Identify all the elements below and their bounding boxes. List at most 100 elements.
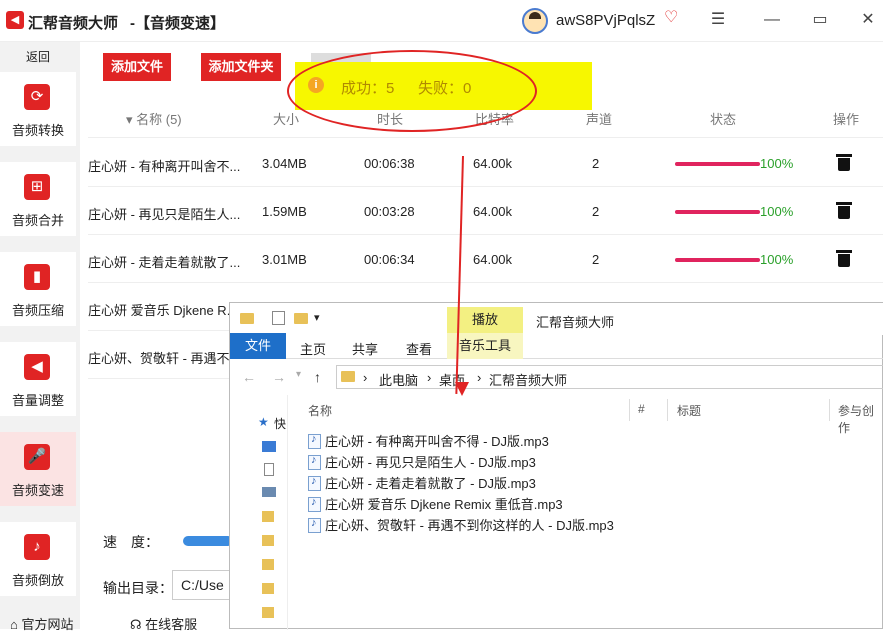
- file-list-name: 庄心妍 - 走着走着就散了 - DJ版.mp3: [325, 476, 536, 491]
- column-header-title[interactable]: 标题: [677, 402, 701, 419]
- file-bitrate: 64.00k: [473, 156, 513, 171]
- file-list-item[interactable]: 庄心妍 爱音乐 Djkene Remix 重低音.mp3: [308, 494, 563, 514]
- up-arrow-icon[interactable]: ↑: [314, 369, 321, 385]
- address-input[interactable]: › 此电脑 › 桌面 › 汇帮音频大师: [336, 365, 883, 389]
- output-dir-input[interactable]: C:/Use: [172, 570, 232, 600]
- file-name: 庄心妍 爱音乐 Djkene R...: [88, 303, 238, 318]
- close-button[interactable]: ✕: [856, 8, 880, 32]
- quick-access-star-icon[interactable]: ★: [258, 415, 269, 429]
- new-folder-icon[interactable]: [294, 313, 308, 324]
- minimize-button[interactable]: —: [760, 8, 784, 32]
- official-site-link[interactable]: ⌂ 官方网站: [10, 614, 74, 633]
- folder-icon[interactable]: [262, 511, 274, 522]
- file-explorer-window: ▾ 播放 汇帮音频大师 文件 主页 共享 查看 音乐工具 ← → ▾ ↑ › 此…: [229, 302, 883, 630]
- breadcrumb-folder[interactable]: 汇帮音频大师: [489, 370, 567, 389]
- file-list-item[interactable]: 庄心妍、贺敬轩 - 再遇不到你这样的人 - DJ版.mp3: [308, 515, 614, 535]
- audio-file-icon: [308, 496, 321, 512]
- document-icon[interactable]: [264, 463, 274, 476]
- progress-bar: [675, 258, 760, 262]
- back-button[interactable]: 返回: [0, 46, 76, 68]
- maximize-button[interactable]: ▭: [808, 8, 832, 32]
- file-list-item[interactable]: 庄心妍 - 有种离开叫舍不得 - DJ版.mp3: [308, 431, 549, 451]
- column-divider[interactable]: [829, 399, 830, 421]
- title-bar: ◀ 汇帮音频大师 -【音频变速】 awS8PVjPqlsZ ♡ ☰ — ▭ ✕: [0, 0, 883, 42]
- folder-icon[interactable]: [262, 559, 274, 570]
- app-title: 汇帮音频大师: [28, 15, 119, 32]
- vip-diamond-icon[interactable]: ♡: [664, 10, 680, 26]
- column-header-name[interactable]: 名称: [308, 402, 332, 419]
- delete-icon[interactable]: [836, 200, 852, 220]
- tab-file[interactable]: 文件: [230, 333, 286, 359]
- home-icon: ⌂: [10, 617, 18, 632]
- column-header-number[interactable]: #: [638, 402, 645, 416]
- microphone-icon: 🎤: [24, 444, 50, 470]
- column-header-artist[interactable]: 参与创作: [838, 402, 882, 436]
- output-dir-label: 输出目录：: [103, 580, 173, 596]
- convert-icon: ⟳: [24, 84, 50, 110]
- delete-icon[interactable]: [836, 152, 852, 172]
- column-name[interactable]: ▾ 名称 (5): [126, 109, 182, 128]
- desktop-icon[interactable]: [262, 441, 276, 452]
- pictures-icon[interactable]: [262, 487, 276, 497]
- audio-file-icon: [308, 517, 321, 533]
- sidebar: 返回 ⟳ 音频转换 ⊞ 音频合并 ▮ 音频压缩 ◀ 音量调整 🎤 音频变速 ♪ …: [0, 42, 80, 629]
- add-folder-button[interactable]: 添加文件夹: [201, 53, 281, 81]
- file-size: 1.59MB: [262, 204, 307, 219]
- file-bitrate: 64.00k: [473, 252, 513, 267]
- file-name: 庄心妍 - 走着走着就散了...: [88, 255, 241, 270]
- column-channels: 声道: [586, 112, 613, 127]
- speed-label: 速 度：: [103, 534, 159, 550]
- status-percent: 100%: [760, 252, 794, 267]
- user-avatar[interactable]: [522, 8, 548, 34]
- file-duration: 00:06:38: [364, 156, 415, 171]
- table-row[interactable]: 庄心妍 - 走着走着就散了... 3.01MB 00:06:34 64.00k …: [88, 235, 883, 283]
- quick-access-label[interactable]: 快: [274, 415, 286, 432]
- file-size: 3.04MB: [262, 156, 307, 171]
- sidebar-item-label: 音频合并: [11, 213, 64, 228]
- app-logo-icon: ◀: [6, 11, 24, 29]
- properties-icon[interactable]: [272, 311, 285, 325]
- file-list-item[interactable]: 庄心妍 - 再见只是陌生人 - DJ版.mp3: [308, 452, 536, 472]
- folder-icon[interactable]: [262, 607, 274, 618]
- column-divider[interactable]: [629, 399, 630, 421]
- quick-access-toolbar: ▾ 播放 汇帮音频大师: [230, 303, 883, 335]
- file-list-item[interactable]: 庄心妍 - 走着走着就散了 - DJ版.mp3: [308, 473, 536, 493]
- menu-icon[interactable]: ☰: [706, 8, 730, 32]
- sidebar-item-audio-convert[interactable]: ⟳ 音频转换: [0, 72, 76, 146]
- table-row[interactable]: 庄心妍 - 有种离开叫舍不... 3.04MB 00:06:38 64.00k …: [88, 139, 883, 187]
- add-file-button[interactable]: 添加文件: [103, 53, 171, 81]
- sidebar-item-label: 音频倒放: [11, 573, 64, 588]
- file-list-name: 庄心妍 - 再见只是陌生人 - DJ版.mp3: [325, 455, 536, 470]
- sidebar-item-volume-adjust[interactable]: ◀ 音量调整: [0, 342, 76, 416]
- forward-arrow-icon[interactable]: →: [272, 369, 286, 385]
- sidebar-item-audio-merge[interactable]: ⊞ 音频合并: [0, 162, 76, 236]
- explorer-title: 汇帮音频大师: [536, 315, 615, 330]
- back-arrow-icon[interactable]: ←: [242, 369, 256, 385]
- sidebar-item-audio-reverse[interactable]: ♪ 音频倒放: [0, 522, 76, 596]
- folder-icon[interactable]: [262, 535, 274, 546]
- delete-icon[interactable]: [836, 248, 852, 268]
- ribbon-tabs: 文件 主页 共享 查看: [230, 333, 883, 359]
- sidebar-item-audio-compress[interactable]: ▮ 音频压缩: [0, 252, 76, 326]
- folder-icon[interactable]: [262, 583, 274, 594]
- column-action: 操作: [833, 112, 860, 127]
- file-list-name: 庄心妍 - 有种离开叫舍不得 - DJ版.mp3: [325, 434, 549, 449]
- tab-home[interactable]: 主页: [300, 339, 326, 358]
- column-divider[interactable]: [667, 399, 668, 421]
- audio-file-icon: [308, 475, 321, 491]
- online-service-link[interactable]: ☊ 在线客服: [130, 614, 197, 633]
- table-row[interactable]: 庄心妍 - 再见只是陌生人... 1.59MB 00:03:28 64.00k …: [88, 187, 883, 235]
- speed-slider[interactable]: [183, 536, 233, 546]
- file-channels: 2: [592, 252, 600, 267]
- annotation-arrow-head: [455, 382, 469, 396]
- waveform-icon: ▮: [24, 264, 50, 290]
- official-site-label: 官方网站: [21, 617, 74, 632]
- username[interactable]: awS8PVjPqlsZ: [556, 12, 655, 29]
- customize-icon[interactable]: ▾: [314, 311, 320, 324]
- file-name: 庄心妍 - 再见只是陌生人...: [88, 207, 241, 222]
- sidebar-item-audio-speed[interactable]: 🎤 音频变速: [0, 432, 76, 506]
- tab-view[interactable]: 查看: [406, 339, 432, 358]
- breadcrumb-this-pc[interactable]: 此电脑: [379, 370, 418, 389]
- tab-share[interactable]: 共享: [352, 339, 378, 358]
- recent-dropdown-icon[interactable]: ▾: [296, 369, 301, 380]
